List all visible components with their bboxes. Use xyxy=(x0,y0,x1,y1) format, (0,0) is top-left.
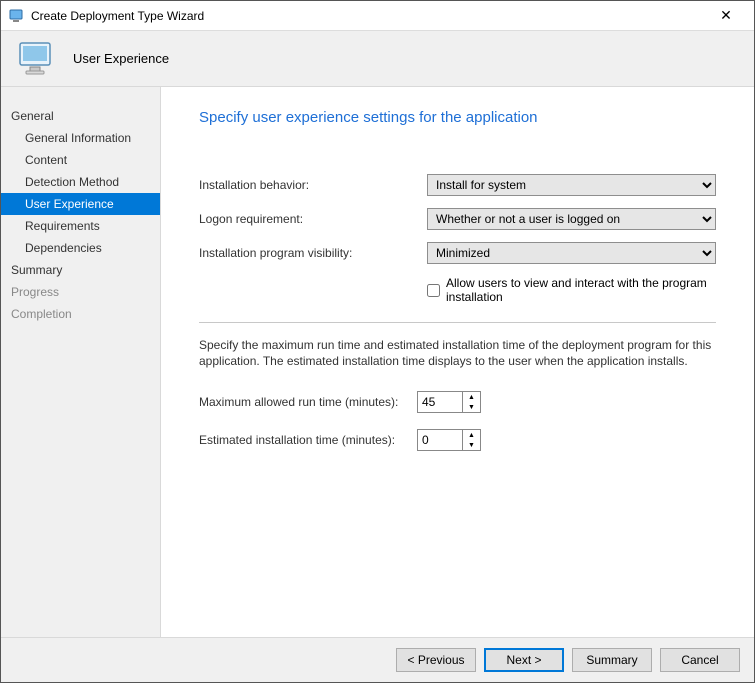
est-time-arrows[interactable]: ▲▼ xyxy=(462,430,480,450)
header-page-label: User Experience xyxy=(73,51,169,66)
sidebar-item-detection-method[interactable]: Detection Method xyxy=(1,171,160,193)
wizard-header: User Experience xyxy=(1,31,754,87)
sidebar-item-user-experience[interactable]: User Experience xyxy=(1,193,160,215)
allow-interact-checkbox[interactable] xyxy=(427,284,440,297)
visibility-label: Installation program visibility: xyxy=(199,246,427,260)
close-button[interactable]: ✕ xyxy=(706,7,746,24)
wizard-footer: < Previous Next > Summary Cancel xyxy=(1,637,754,682)
wizard-sidebar: General General Information Content Dete… xyxy=(1,87,161,637)
logon-requirement-select[interactable]: Whether or not a user is logged on xyxy=(427,208,716,230)
max-run-spinner[interactable]: ▲▼ xyxy=(417,391,481,413)
page-heading: Specify user experience settings for the… xyxy=(199,109,716,126)
previous-button[interactable]: < Previous xyxy=(396,648,476,672)
sidebar-group-summary[interactable]: Summary xyxy=(1,259,160,281)
sidebar-item-requirements[interactable]: Requirements xyxy=(1,215,160,237)
visibility-select[interactable]: Minimized xyxy=(427,242,716,264)
monitor-icon xyxy=(17,41,57,77)
sidebar-group-progress: Progress xyxy=(1,281,160,303)
max-run-input[interactable] xyxy=(418,392,462,412)
est-time-label: Estimated installation time (minutes): xyxy=(199,433,417,447)
next-button[interactable]: Next > xyxy=(484,648,564,672)
est-time-spinner[interactable]: ▲▼ xyxy=(417,429,481,451)
install-behavior-select[interactable]: Install for system xyxy=(427,174,716,196)
max-run-label: Maximum allowed run time (minutes): xyxy=(199,395,417,409)
app-icon xyxy=(9,8,25,24)
sidebar-group-completion: Completion xyxy=(1,303,160,325)
est-time-input[interactable] xyxy=(418,430,462,450)
main-pane: Specify user experience settings for the… xyxy=(161,87,754,637)
sidebar-group-general[interactable]: General xyxy=(1,105,160,127)
sidebar-item-content[interactable]: Content xyxy=(1,149,160,171)
chevron-down-icon[interactable]: ▼ xyxy=(463,402,480,412)
max-run-arrows[interactable]: ▲▼ xyxy=(462,392,480,412)
cancel-button[interactable]: Cancel xyxy=(660,648,740,672)
logon-requirement-label: Logon requirement: xyxy=(199,212,427,226)
chevron-up-icon[interactable]: ▲ xyxy=(463,430,480,440)
chevron-down-icon[interactable]: ▼ xyxy=(463,440,480,450)
titlebar: Create Deployment Type Wizard ✕ xyxy=(1,1,754,31)
summary-button[interactable]: Summary xyxy=(572,648,652,672)
sidebar-item-general-information[interactable]: General Information xyxy=(1,127,160,149)
allow-interact-label: Allow users to view and interact with th… xyxy=(446,276,716,304)
install-behavior-label: Installation behavior: xyxy=(199,178,427,192)
window-title: Create Deployment Type Wizard xyxy=(31,9,706,23)
divider xyxy=(199,322,716,323)
chevron-up-icon[interactable]: ▲ xyxy=(463,392,480,402)
sidebar-item-dependencies[interactable]: Dependencies xyxy=(1,237,160,259)
time-description: Specify the maximum run time and estimat… xyxy=(199,337,716,369)
